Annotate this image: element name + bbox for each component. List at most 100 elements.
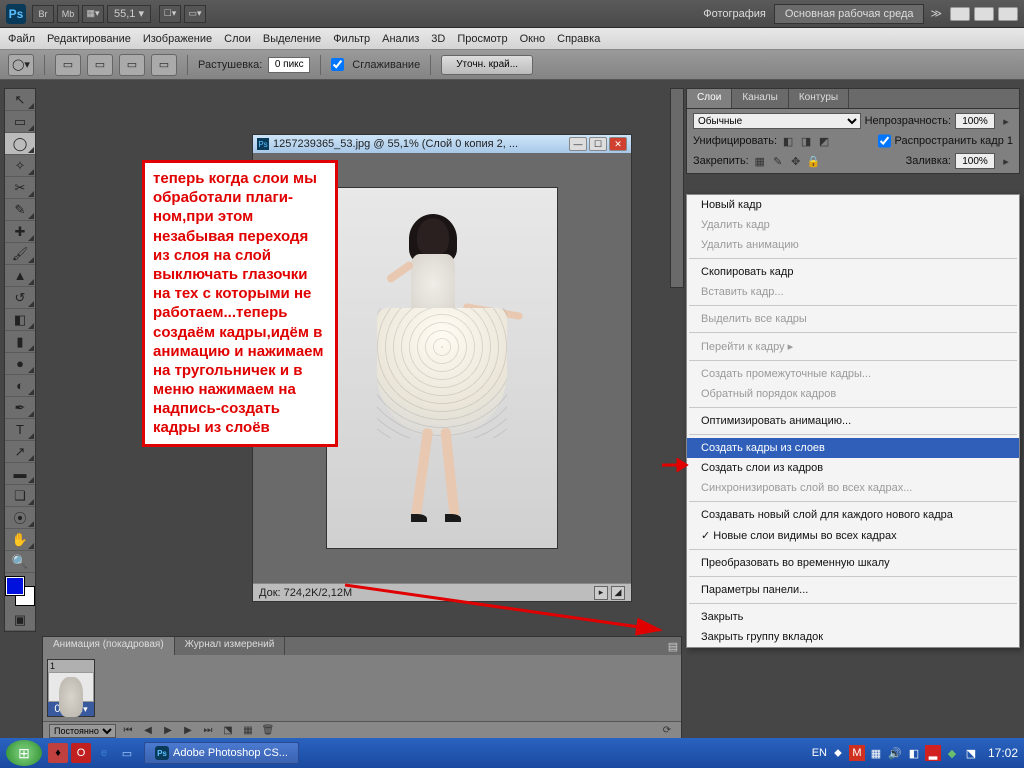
- zoom-tool[interactable]: 🔍: [5, 551, 35, 573]
- path-tool[interactable]: ↗: [5, 441, 35, 463]
- menu-analysis[interactable]: Анализ: [382, 33, 419, 45]
- quicklaunch-ie-icon[interactable]: e: [94, 743, 114, 763]
- maximize-button[interactable]: ☐: [974, 7, 994, 21]
- doc-minimize-button[interactable]: —: [569, 137, 587, 151]
- tray-icon[interactable]: ◧: [906, 745, 922, 761]
- clock[interactable]: 17:02: [988, 746, 1018, 760]
- menu-image[interactable]: Изображение: [143, 33, 212, 45]
- dodge-tool[interactable]: ◐: [5, 375, 35, 397]
- last-frame-button[interactable]: ⏭: [200, 724, 216, 738]
- new-frame-button[interactable]: ▦: [240, 724, 256, 738]
- loop-select[interactable]: Постоянно: [49, 724, 116, 738]
- chevron-right-icon[interactable]: ▸: [999, 114, 1013, 128]
- history-brush-tool[interactable]: ↺: [5, 287, 35, 309]
- wand-tool[interactable]: ✧: [5, 155, 35, 177]
- pen-tool[interactable]: ✒: [5, 397, 35, 419]
- start-button[interactable]: ⊞: [6, 740, 42, 766]
- menu-item[interactable]: ✓ Новые слои видимы во всех кадрах: [687, 525, 1019, 546]
- menu-item[interactable]: Преобразовать во временную шкалу: [687, 553, 1019, 573]
- menu-select[interactable]: Выделение: [263, 33, 321, 45]
- unify-visibility-icon[interactable]: ◨: [799, 134, 813, 148]
- tray-icon[interactable]: ▦: [868, 745, 884, 761]
- first-frame-button[interactable]: ⏮: [120, 724, 136, 738]
- tab-layers[interactable]: Слои: [687, 89, 732, 108]
- propagate-checkbox[interactable]: [878, 133, 891, 149]
- menu-item[interactable]: Параметры панели...: [687, 580, 1019, 600]
- menu-view[interactable]: Просмотр: [457, 33, 507, 45]
- workspace-more-icon[interactable]: ≫: [930, 7, 942, 20]
- tray-icon[interactable]: ◆: [944, 745, 960, 761]
- collapsed-panel-strip[interactable]: [670, 88, 684, 288]
- menu-item[interactable]: Закрыть группу вкладок: [687, 627, 1019, 647]
- next-frame-button[interactable]: ▶: [180, 724, 196, 738]
- tray-volume-icon[interactable]: 🔊: [887, 745, 903, 761]
- close-button[interactable]: ✕: [998, 7, 1018, 21]
- healing-tool[interactable]: ✚: [5, 221, 35, 243]
- tray-icon[interactable]: ⬥: [830, 745, 846, 761]
- workspace-label-photo[interactable]: Фотография: [703, 8, 766, 20]
- 3d-tool[interactable]: ❏: [5, 485, 35, 507]
- stamp-tool[interactable]: ▲: [5, 265, 35, 287]
- unify-style-icon[interactable]: ◩: [817, 134, 831, 148]
- tab-measurements[interactable]: Журнал измерений: [175, 637, 286, 655]
- opacity-input[interactable]: [955, 113, 995, 129]
- menu-item[interactable]: Оптимизировать анимацию...: [687, 411, 1019, 431]
- 3d-camera-tool[interactable]: ⦿: [5, 507, 35, 529]
- zoom-display[interactable]: 55,1 ▾: [107, 5, 151, 23]
- refine-edge-button[interactable]: Уточн. край...: [441, 55, 533, 75]
- doc-close-button[interactable]: ✕: [609, 137, 627, 151]
- minimize-button[interactable]: —: [950, 7, 970, 21]
- lang-indicator[interactable]: EN: [812, 747, 827, 759]
- move-tool[interactable]: ↖: [5, 89, 35, 111]
- quicklaunch-desktop-icon[interactable]: ▭: [117, 743, 137, 763]
- brush-tool[interactable]: 🖌: [5, 243, 35, 265]
- menu-item[interactable]: Создавать новый слой для каждого нового …: [687, 505, 1019, 525]
- menu-layers[interactable]: Слои: [224, 33, 251, 45]
- lasso-tool[interactable]: ◯: [5, 133, 35, 155]
- current-tool-icon[interactable]: ◯▾: [8, 54, 34, 76]
- mini-bridge-button[interactable]: Mb: [57, 5, 79, 23]
- screen-mode-button[interactable]: ▭▾: [184, 5, 206, 23]
- tray-icon[interactable]: ⬔: [963, 745, 979, 761]
- eraser-tool[interactable]: ◧: [5, 309, 35, 331]
- unify-position-icon[interactable]: ◧: [781, 134, 795, 148]
- panel-menu-icon[interactable]: ▤: [665, 637, 681, 655]
- menu-item[interactable]: Новый кадр: [687, 195, 1019, 215]
- lock-move-icon[interactable]: ✥: [789, 154, 803, 168]
- tab-channels[interactable]: Каналы: [732, 89, 789, 108]
- shape-tool[interactable]: ▬: [5, 463, 35, 485]
- selection-subtract-icon[interactable]: ▭: [119, 54, 145, 76]
- lock-all-icon[interactable]: 🔒: [807, 154, 821, 168]
- antialias-checkbox[interactable]: [331, 58, 344, 71]
- prev-frame-button[interactable]: ◀: [140, 724, 156, 738]
- tray-icon[interactable]: M: [849, 745, 865, 761]
- chevron-right-icon[interactable]: ▸: [999, 154, 1013, 168]
- selection-add-icon[interactable]: ▭: [87, 54, 113, 76]
- delete-frame-button[interactable]: 🗑: [260, 724, 276, 738]
- quicklaunch-icon[interactable]: ♦: [48, 743, 68, 763]
- view-extras-button[interactable]: ▦▾: [82, 5, 104, 23]
- tab-paths[interactable]: Контуры: [789, 89, 849, 108]
- menu-item[interactable]: Скопировать кадр: [687, 262, 1019, 282]
- eyedropper-tool[interactable]: ✎: [5, 199, 35, 221]
- crop-tool[interactable]: ✂: [5, 177, 35, 199]
- color-swatches[interactable]: [6, 577, 34, 605]
- menu-item[interactable]: Создать кадры из слоев: [687, 438, 1019, 458]
- doc-maximize-button[interactable]: ☐: [589, 137, 607, 151]
- type-tool[interactable]: T: [5, 419, 35, 441]
- blend-mode-select[interactable]: Обычные: [693, 113, 861, 129]
- tab-animation[interactable]: Анимация (покадровая): [43, 637, 175, 655]
- workspace-button[interactable]: Основная рабочая среда: [774, 4, 925, 24]
- menu-item[interactable]: Создать слои из кадров: [687, 458, 1019, 478]
- blur-tool[interactable]: ●: [5, 353, 35, 375]
- taskbar-app-button[interactable]: Ps Adobe Photoshop CS...: [144, 742, 299, 764]
- hand-tool[interactable]: ✋: [5, 529, 35, 551]
- menu-edit[interactable]: Редактирование: [47, 33, 131, 45]
- fill-input[interactable]: [955, 153, 995, 169]
- menu-window[interactable]: Окно: [520, 33, 546, 45]
- menu-file[interactable]: Файл: [8, 33, 35, 45]
- menu-help[interactable]: Справка: [557, 33, 600, 45]
- document-titlebar[interactable]: Ps 1257239365_53.jpg @ 55,1% (Слой 0 коп…: [253, 135, 631, 153]
- lock-paint-icon[interactable]: ✎: [771, 154, 785, 168]
- marquee-tool[interactable]: ▭: [5, 111, 35, 133]
